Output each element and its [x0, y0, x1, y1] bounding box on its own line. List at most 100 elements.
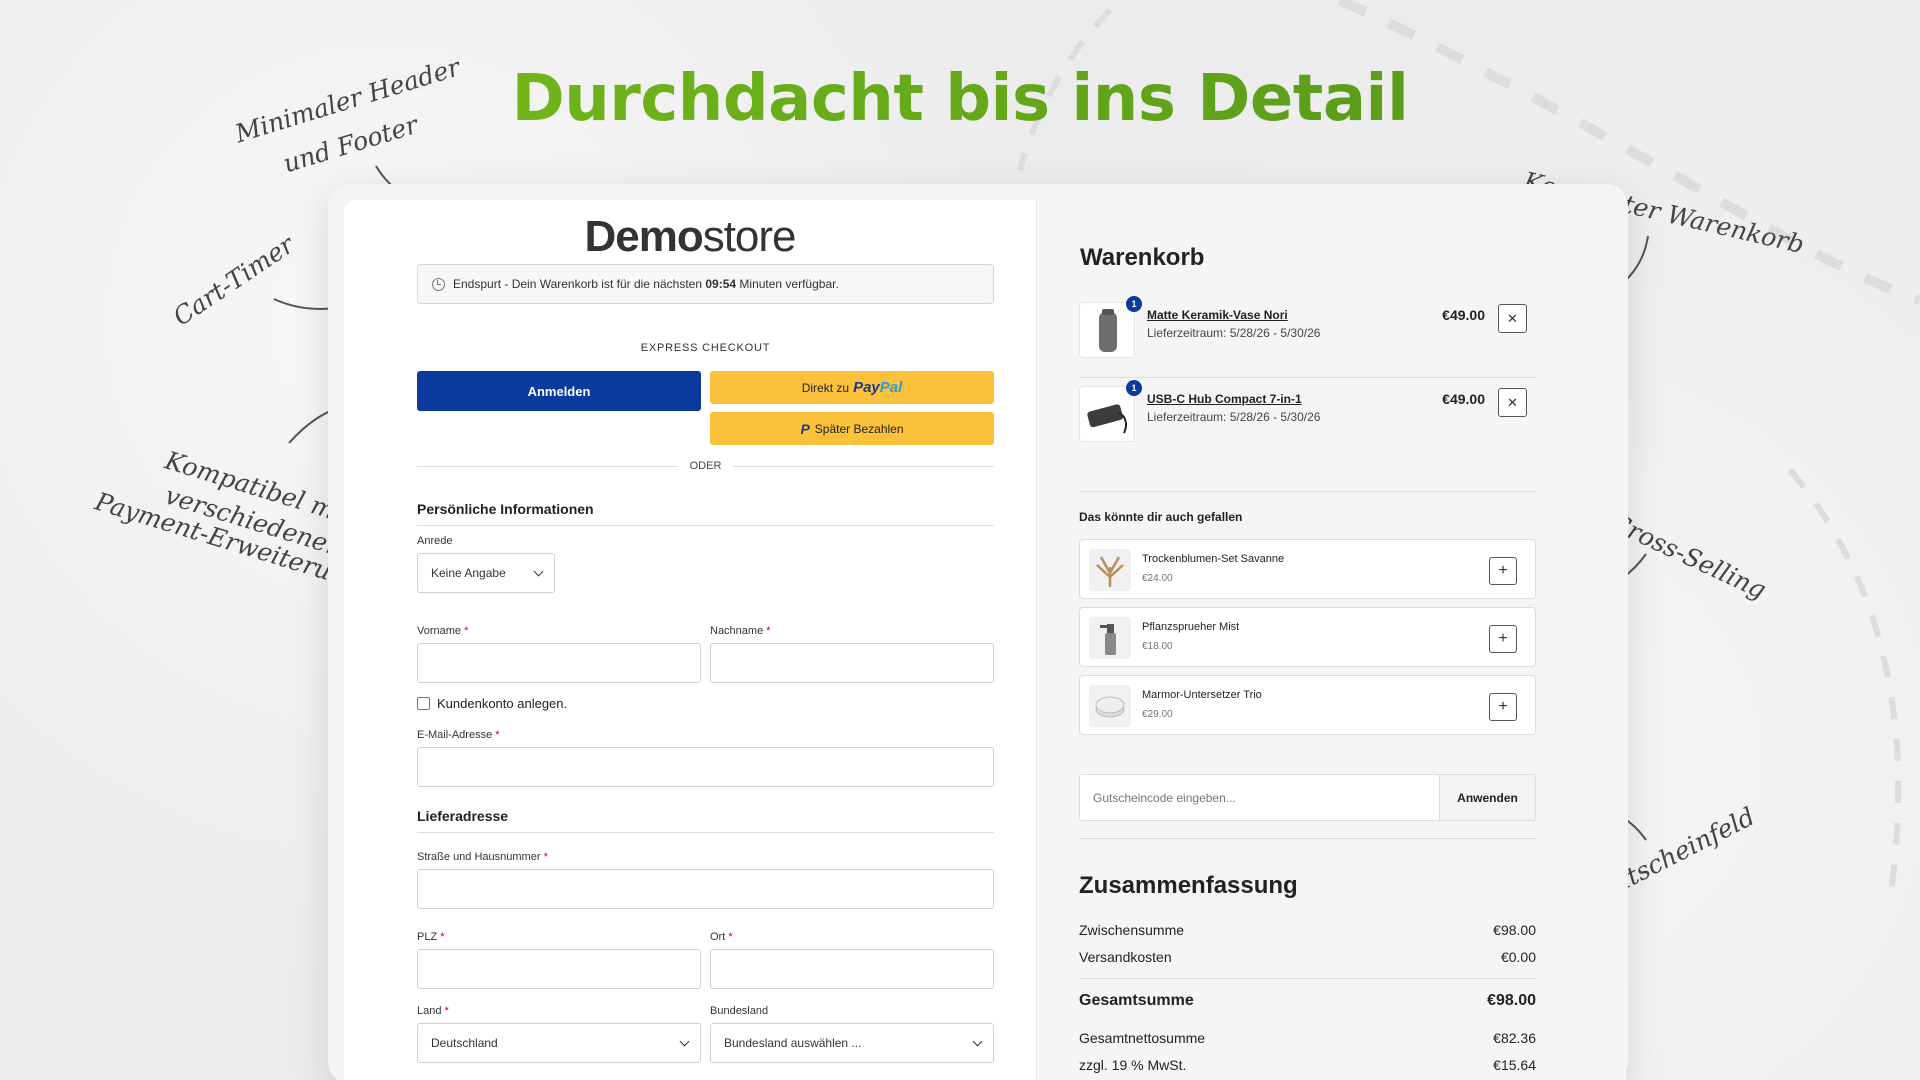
cart-title: Warenkorb [1080, 244, 1205, 271]
paypal-prefix: Direkt zu [801, 380, 850, 395]
lastname-input[interactable] [710, 643, 994, 683]
plus-icon: + [1498, 562, 1508, 579]
cross-selling-name: Pflanzsprueher Mist [1142, 621, 1240, 633]
store-logo[interactable]: Demostore [344, 212, 1036, 262]
total-row: Gesamtsumme €98.00 [1079, 992, 1536, 1010]
zip-input[interactable] [417, 949, 701, 989]
vat-label: zzgl. 19 % MwSt. [1079, 1057, 1187, 1073]
create-account-row[interactable]: Kundenkonto anlegen. [417, 696, 567, 711]
cross-selling-item[interactable]: Pflanzsprueher Mist €18.00 + [1079, 607, 1536, 667]
usb-hub-icon [1087, 404, 1127, 434]
cross-selling-item[interactable]: Trockenblumen-Set Savanne €24.00 + [1079, 539, 1536, 599]
chevron-down-icon [679, 1036, 690, 1046]
shipping-cost-value: €0.00 [1500, 949, 1536, 965]
remove-item-button[interactable]: ✕ [1498, 304, 1527, 333]
email-label: E-Mail-Adresse * [417, 729, 500, 741]
cross-selling-price: €18.00 [1142, 641, 1173, 652]
vase-icon [1099, 309, 1117, 352]
shipping-cost-row: Versandkosten €0.00 [1079, 949, 1536, 965]
street-label-text: Straße und Hausnummer [417, 851, 541, 863]
country-label-text: Land [417, 1005, 442, 1017]
product-thumbnail[interactable] [1079, 302, 1135, 358]
salutation-value: Keine Angabe [431, 566, 506, 580]
logo-light: store [702, 212, 797, 261]
clock-icon [432, 277, 445, 291]
cart-timer: Endspurt - Dein Warenkorb ist für die nä… [417, 264, 994, 304]
cross-selling-item[interactable]: Marmor-Untersetzer Trio €29.00 + [1079, 675, 1536, 735]
add-to-cart-button[interactable]: + [1489, 625, 1517, 653]
product-thumbnail [1089, 617, 1131, 659]
total-value: €98.00 [1487, 992, 1536, 1009]
add-to-cart-button[interactable]: + [1489, 693, 1517, 721]
voucher-divider [1079, 838, 1536, 839]
create-account-checkbox[interactable] [417, 697, 430, 710]
firstname-input[interactable] [417, 643, 701, 683]
cart-item-delivery: Lieferzeitraum: 5/28/26 - 5/30/26 [1147, 326, 1321, 340]
remove-item-button[interactable]: ✕ [1498, 388, 1527, 417]
cross-selling-name: Trockenblumen-Set Savanne [1142, 553, 1285, 565]
voucher-field: Anwenden [1079, 774, 1536, 821]
required-mark: * [464, 625, 469, 637]
city-input[interactable] [710, 949, 994, 989]
plus-icon: + [1498, 630, 1508, 647]
voucher-input[interactable] [1080, 775, 1440, 820]
quantity-badge: 1 [1126, 380, 1142, 396]
cart-item-divider [1079, 377, 1536, 378]
cart-item-name[interactable]: Matte Keramik-Vase Nori [1147, 308, 1288, 322]
dried-flowers-icon [1096, 556, 1124, 587]
or-label: ODER [689, 460, 722, 472]
state-select[interactable]: Bundesland auswählen ... [710, 1023, 994, 1063]
shipping-address-title: Lieferadresse [417, 808, 994, 833]
zip-label-text: PLZ [417, 931, 438, 943]
required-mark: * [766, 625, 771, 637]
country-value: Deutschland [431, 1036, 498, 1050]
cart-item-name[interactable]: USB-C Hub Compact 7-in-1 [1147, 392, 1302, 406]
summary-title: Zusammenfassung [1079, 872, 1298, 899]
pay-later-button[interactable]: P Später Bezahlen [710, 412, 994, 445]
checkout-form-panel: Demostore Endspurt - Dein Warenkorb ist … [344, 200, 1036, 1080]
login-button[interactable]: Anmelden [417, 371, 701, 411]
email-input[interactable] [417, 747, 994, 787]
lastname-label-text: Nachname [710, 625, 764, 637]
firstname-label-text: Vorname [417, 625, 462, 637]
chevron-down-icon [972, 1036, 983, 1046]
add-to-cart-button[interactable]: + [1489, 557, 1517, 585]
subtotal-label: Zwischensumme [1079, 922, 1185, 938]
paypal-button[interactable]: Direkt zu PayPal [710, 371, 994, 404]
subtotal-value: €98.00 [1493, 922, 1536, 938]
product-thumbnail[interactable] [1079, 386, 1135, 442]
summary-divider [1079, 978, 1536, 979]
paypal-logo: PayPal [853, 379, 902, 396]
required-mark: * [728, 931, 733, 943]
cross-selling-title: Das könnte dir auch gefallen [1079, 510, 1243, 524]
street-input[interactable] [417, 869, 994, 909]
create-account-label[interactable]: Kundenkonto anlegen. [437, 696, 567, 711]
timer-text-before: Endspurt - Dein Warenkorb ist für die nä… [453, 277, 703, 291]
cross-selling-name: Marmor-Untersetzer Trio [1142, 689, 1262, 701]
email-label-text: E-Mail-Adresse [417, 729, 493, 741]
apply-voucher-button[interactable]: Anwenden [1439, 775, 1535, 820]
subtotal-row: Zwischensumme €98.00 [1079, 922, 1536, 938]
spray-bottle-icon [1100, 624, 1116, 655]
coasters-icon [1095, 696, 1125, 718]
paypal-logo-pay: Pay [853, 379, 880, 396]
net-total-row: Gesamtnettosumme €82.36 [1079, 1030, 1536, 1046]
paypal-logo-pal: Pal [879, 379, 903, 396]
country-select[interactable]: Deutschland [417, 1023, 701, 1063]
express-checkout-label: EXPRESS CHECKOUT [640, 342, 771, 354]
net-total-label: Gesamtnettosumme [1079, 1030, 1206, 1046]
lastname-label: Nachname * [710, 625, 771, 637]
required-mark: * [440, 931, 445, 943]
paypal-icon: P [800, 420, 810, 437]
cart-item-price: €49.00 [1442, 307, 1485, 323]
personal-info-title: Persönliche Informationen [417, 501, 994, 526]
zip-label: PLZ * [417, 931, 445, 943]
salutation-select[interactable]: Keine Angabe [417, 553, 555, 593]
plus-icon: + [1498, 698, 1508, 715]
required-mark: * [495, 729, 500, 741]
cart-item: 1 Matte Keramik-Vase Nori Lieferzeitraum… [1079, 296, 1537, 364]
cart-timer-text: Endspurt - Dein Warenkorb ist für die nä… [453, 277, 839, 291]
cart-item: 1 USB-C Hub Compact 7-in-1 Lieferzeitrau… [1079, 380, 1537, 448]
net-total-value: €82.36 [1493, 1030, 1536, 1046]
cart-section-divider [1079, 491, 1536, 492]
